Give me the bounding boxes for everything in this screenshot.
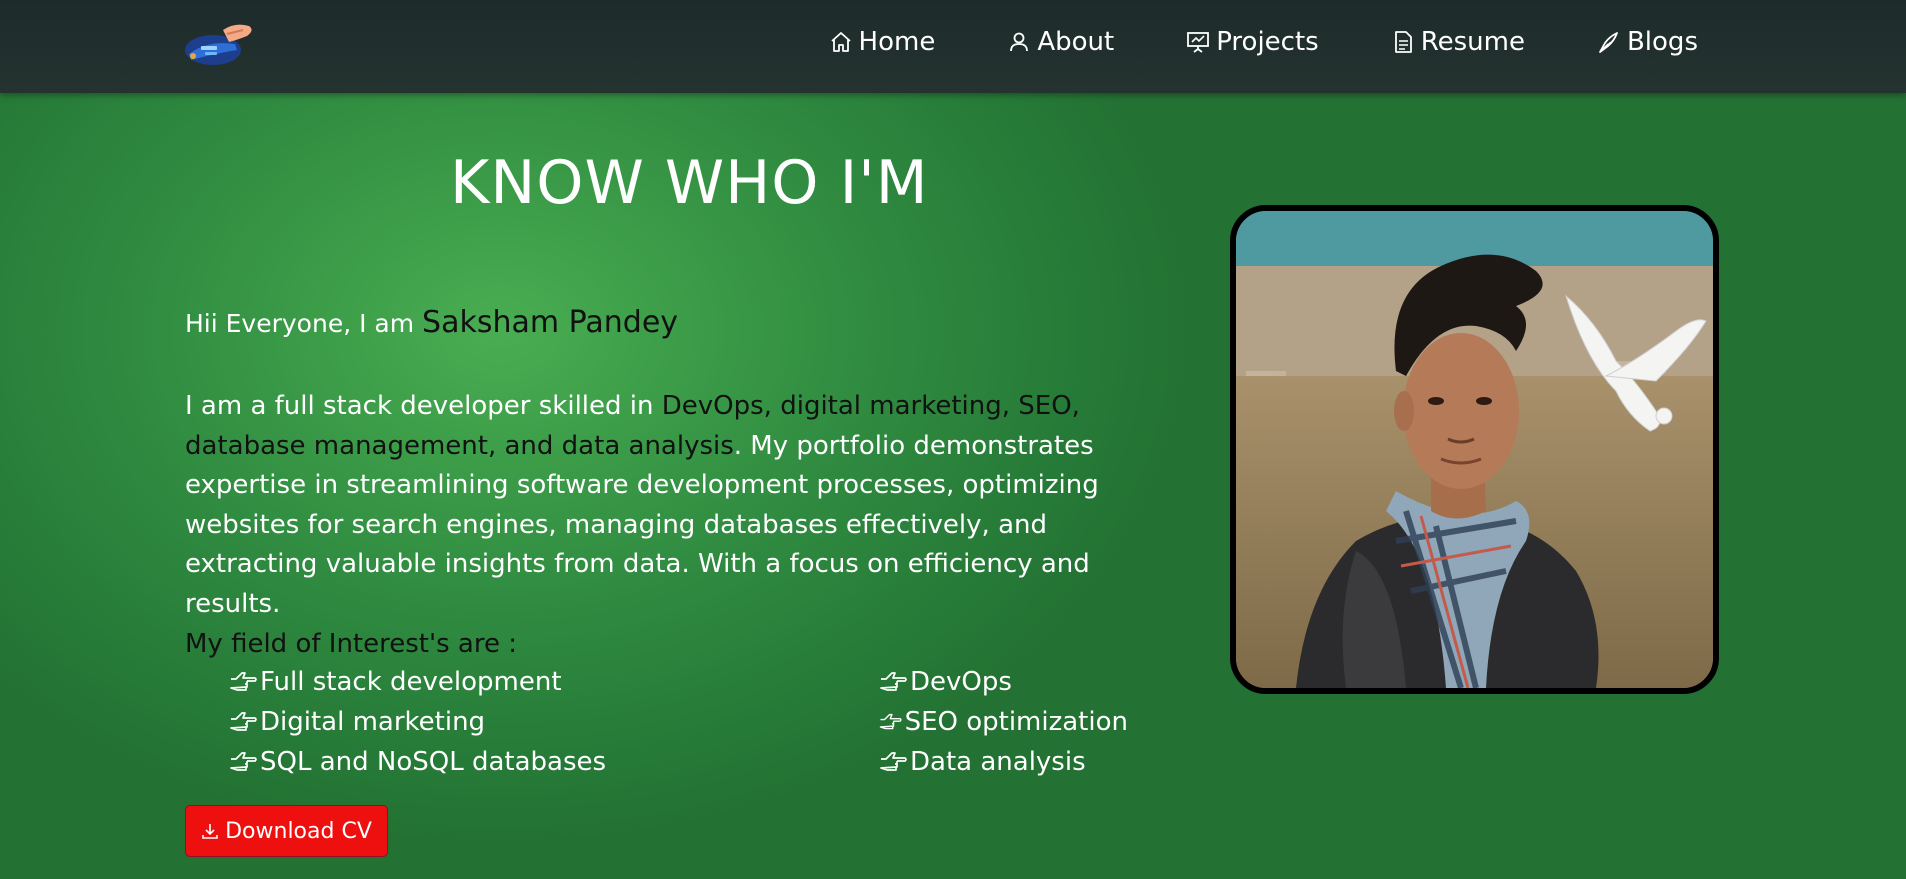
interests-list: Full stack development DevOps Digital ma… (228, 666, 1128, 778)
interests-title: My field of Interest's are : (185, 629, 517, 659)
interest-label: Digital marketing (260, 707, 486, 737)
navbar: Home About Projects Resume Blogs (0, 0, 1906, 93)
download-cv-label: Download CV (225, 818, 372, 844)
nav-blogs-label: Blogs (1626, 27, 1698, 57)
greeting: Hii Everyone, I am Saksham Pandey (185, 305, 678, 340)
download-cv-button[interactable]: Download CV (185, 805, 388, 857)
nav-blogs[interactable]: Blogs (1597, 27, 1698, 57)
interest-label: DevOps (910, 667, 1012, 697)
bio-start: I am a full stack developer skilled in (185, 391, 662, 421)
pointing-hand-icon (880, 672, 907, 691)
author-name: Saksham Pandey (422, 305, 679, 340)
bio-paragraph: I am a full stack developer skilled in D… (185, 387, 1175, 624)
interest-item: SQL and NoSQL databases (228, 746, 878, 778)
nav-about[interactable]: About (1007, 27, 1114, 57)
nav-home[interactable]: Home (829, 27, 936, 57)
interest-item: Digital marketing (228, 706, 878, 738)
profile-photo-image (1236, 211, 1713, 688)
document-icon (1394, 31, 1412, 53)
interest-label: SQL and NoSQL databases (260, 747, 607, 777)
pointing-hand-icon (880, 752, 907, 771)
nav-resume-label: Resume (1420, 27, 1525, 57)
pen-icon (1599, 32, 1618, 53)
interest-label: Data analysis (910, 747, 1086, 777)
greeting-prefix: Hii Everyone, I am (185, 309, 423, 338)
interest-item: DevOps (878, 666, 1128, 698)
logo-icon (185, 24, 252, 65)
interest-label: SEO optimization (904, 707, 1128, 737)
pointing-hand-icon (879, 713, 902, 730)
nav-about-label: About (1037, 27, 1115, 57)
pointing-hand-icon (230, 752, 257, 771)
profile-photo (1230, 205, 1719, 694)
interest-label: Full stack development (260, 667, 562, 697)
nav-home-label: Home (858, 27, 936, 57)
interest-item: Data analysis (878, 746, 1128, 778)
interest-item: SEO optimization (878, 706, 1128, 738)
pointing-hand-icon (230, 712, 257, 731)
nav-resume[interactable]: Resume (1391, 27, 1525, 57)
interest-item: Full stack development (228, 666, 878, 698)
page-heading: KNOW WHO I'M (450, 148, 929, 218)
pointing-hand-icon (230, 672, 257, 691)
nav-links: Home About Projects Resume Blogs (829, 0, 1698, 84)
logo[interactable] (183, 20, 257, 68)
home-icon (830, 32, 851, 52)
nav-projects[interactable]: Projects (1186, 27, 1319, 57)
download-icon (202, 824, 218, 839)
nav-projects-label: Projects (1216, 27, 1319, 57)
user-icon (1010, 32, 1029, 52)
presentation-icon (1187, 32, 1210, 53)
